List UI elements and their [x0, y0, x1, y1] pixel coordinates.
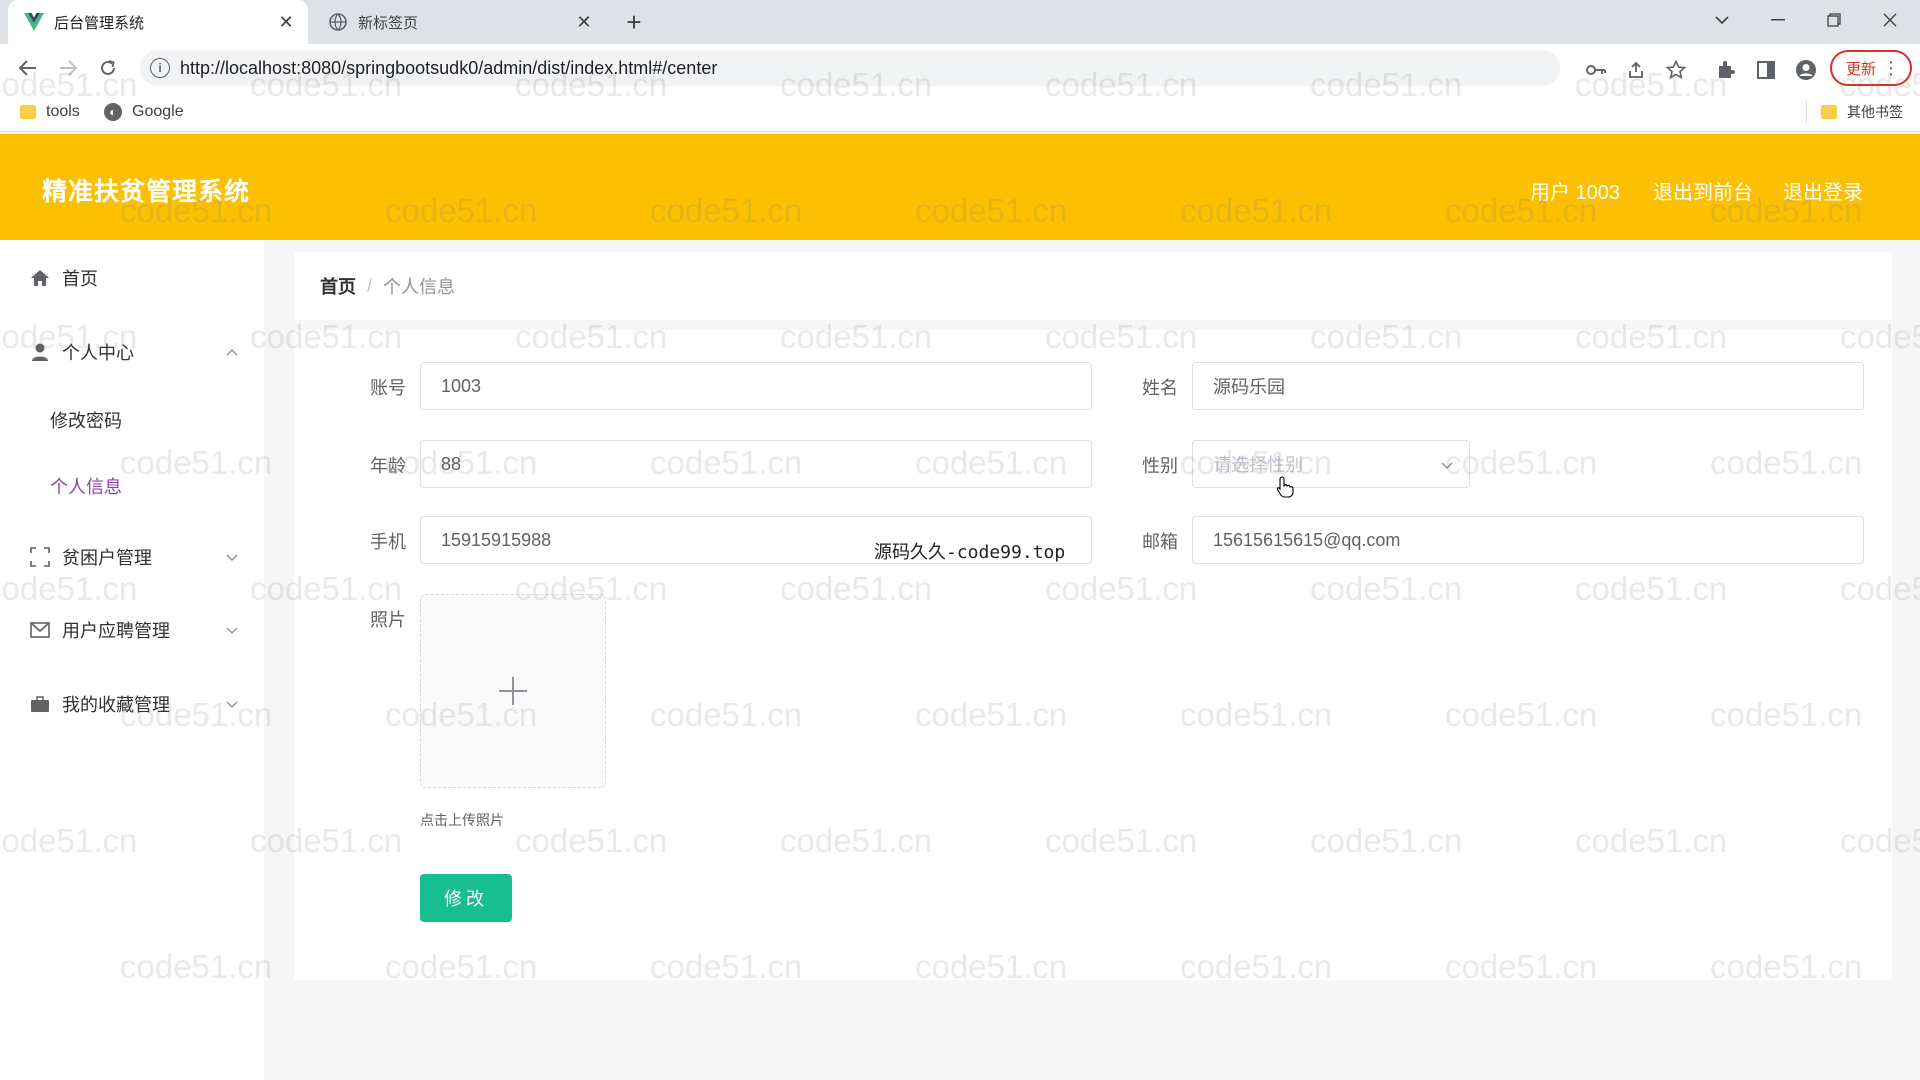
minimize-icon[interactable]	[1750, 0, 1806, 40]
bookmark-label: 其他书签	[1847, 104, 1903, 120]
hand-cursor-icon	[1276, 476, 1294, 498]
more-icon[interactable]: ⋮	[1882, 58, 1900, 79]
name-label: 姓名	[1142, 378, 1178, 398]
age-input[interactable]: 88	[420, 440, 1092, 488]
bookmarks-bar: tools ◐ Google 其他书签	[0, 92, 1920, 132]
gender-label: 性别	[1142, 456, 1178, 476]
sidebar-item-label: 贫困户管理	[62, 548, 152, 568]
name-value: 源码乐园	[1213, 377, 1285, 397]
bookmark-google[interactable]: ◐ Google	[104, 100, 184, 124]
scan-icon	[30, 547, 50, 567]
submit-button[interactable]: 修改	[420, 874, 512, 922]
star-icon[interactable]	[1664, 58, 1688, 82]
gender-select[interactable]: 请选择性别	[1192, 440, 1470, 488]
photo-label: 照片	[370, 610, 406, 630]
user-icon	[30, 342, 50, 362]
app-title: 精准扶贫管理系统	[42, 178, 251, 206]
extensions-icon[interactable]	[1714, 58, 1738, 82]
sidebar-item-label: 用户应聘管理	[62, 621, 170, 641]
tab-title: 新标签页	[358, 14, 419, 32]
app-header: 精准扶贫管理系统 用户 1003 退出到前台 退出登录	[0, 134, 1920, 240]
globe-icon: ◐	[104, 103, 122, 121]
bookmark-label: Google	[132, 103, 184, 120]
close-tab-icon[interactable]: ✕	[272, 8, 300, 36]
bookmark-other[interactable]: 其他书签	[1806, 100, 1903, 124]
key-icon[interactable]	[1584, 58, 1608, 82]
age-label: 年龄	[370, 456, 406, 476]
vue-logo-icon	[24, 12, 44, 32]
breadcrumb-current: 个人信息	[383, 277, 456, 297]
phone-value: 15915915988	[441, 529, 552, 550]
sidebar-item-profile-center[interactable]: 个人中心	[0, 324, 264, 380]
breadcrumb: 首页 / 个人信息	[294, 252, 1892, 320]
tab-new[interactable]: 新标签页 ✕	[312, 0, 606, 44]
email-value: 15615615615@qq.com	[1213, 529, 1401, 550]
exit-to-front-link[interactable]: 退出到前台	[1653, 176, 1753, 205]
sidebar-item-label: 我的收藏管理	[62, 695, 170, 715]
bookmark-label: tools	[46, 103, 80, 120]
email-input[interactable]: 15615615615@qq.com	[1192, 516, 1864, 564]
browser-toolbar: i http://localhost:8080/springbootsudk0/…	[0, 44, 1920, 92]
sidebar-subitem-label: 个人信息	[50, 477, 122, 497]
update-label: 更新	[1846, 60, 1877, 78]
chevron-down-icon	[226, 701, 238, 708]
upload-tip: 点击上传照片	[420, 812, 504, 828]
tab-admin[interactable]: 后台管理系统 ✕	[8, 0, 308, 44]
overlay-text: 源码久久-code99.top	[874, 542, 1066, 563]
sidebar-item-label: 首页	[62, 269, 98, 289]
gender-placeholder: 请选择性别	[1213, 455, 1303, 475]
breadcrumb-home[interactable]: 首页	[320, 273, 356, 299]
account-value: 1003	[441, 375, 482, 396]
reload-icon[interactable]	[92, 52, 124, 84]
sidebar-item-poor-households[interactable]: 贫困户管理	[0, 529, 264, 585]
sidebar-subitem-personal-info[interactable]: 个人信息	[0, 461, 264, 511]
current-user-link[interactable]: 用户 1003	[1530, 176, 1620, 205]
new-tab-icon[interactable]: +	[620, 7, 648, 37]
share-icon[interactable]	[1624, 58, 1648, 82]
close-tab-icon[interactable]: ✕	[570, 8, 598, 36]
sidebar-subitem-label: 修改密码	[50, 411, 122, 431]
address-bar[interactable]: i http://localhost:8080/springbootsudk0/…	[140, 50, 1560, 86]
sidebar-subitem-change-password[interactable]: 修改密码	[0, 395, 264, 445]
chevron-down-icon	[1441, 462, 1453, 470]
restore-icon[interactable]	[1806, 0, 1862, 40]
mail-icon	[30, 620, 50, 640]
globe-icon	[328, 12, 348, 32]
browser-tab-bar: 后台管理系统 ✕ 新标签页 ✕ +	[0, 0, 1920, 44]
photo-uploader[interactable]	[420, 594, 606, 788]
sidepanel-icon[interactable]	[1754, 58, 1778, 82]
sidebar-item-label: 个人中心	[62, 343, 134, 363]
sidebar: 首页 个人中心 修改密码 个人信息 贫困户管理 用户应聘管理 我的收藏管理	[0, 240, 264, 1080]
back-icon[interactable]	[12, 52, 44, 84]
tab-title: 后台管理系统	[54, 14, 145, 32]
url-text: http://localhost:8080/springbootsudk0/ad…	[180, 57, 718, 78]
plus-icon	[499, 677, 527, 705]
update-button[interactable]: 更新 ⋮	[1830, 50, 1912, 86]
forward-icon[interactable]	[52, 52, 84, 84]
tab-search-icon[interactable]	[1694, 0, 1750, 40]
folder-icon	[20, 105, 36, 119]
account-label: 账号	[370, 378, 406, 398]
sidebar-item-favorites[interactable]: 我的收藏管理	[0, 676, 264, 732]
briefcase-icon	[30, 694, 50, 714]
close-window-icon[interactable]	[1862, 0, 1918, 40]
age-value: 88	[441, 453, 462, 474]
breadcrumb-separator: /	[367, 275, 373, 296]
phone-label: 手机	[370, 532, 406, 552]
sidebar-item-job-applications[interactable]: 用户应聘管理	[0, 602, 264, 658]
logout-link[interactable]: 退出登录	[1783, 176, 1863, 205]
home-icon	[30, 268, 50, 288]
folder-icon	[1821, 105, 1837, 119]
chevron-down-icon	[226, 554, 238, 561]
email-label: 邮箱	[1142, 532, 1178, 552]
chevron-down-icon	[226, 627, 238, 634]
chevron-up-icon	[226, 349, 238, 356]
account-input[interactable]: 1003	[420, 362, 1092, 410]
name-input[interactable]: 源码乐园	[1192, 362, 1864, 410]
profile-icon[interactable]	[1794, 58, 1818, 82]
site-info-icon[interactable]: i	[150, 58, 170, 78]
bookmark-tools[interactable]: tools	[20, 100, 80, 124]
sidebar-item-home[interactable]: 首页	[0, 250, 264, 306]
